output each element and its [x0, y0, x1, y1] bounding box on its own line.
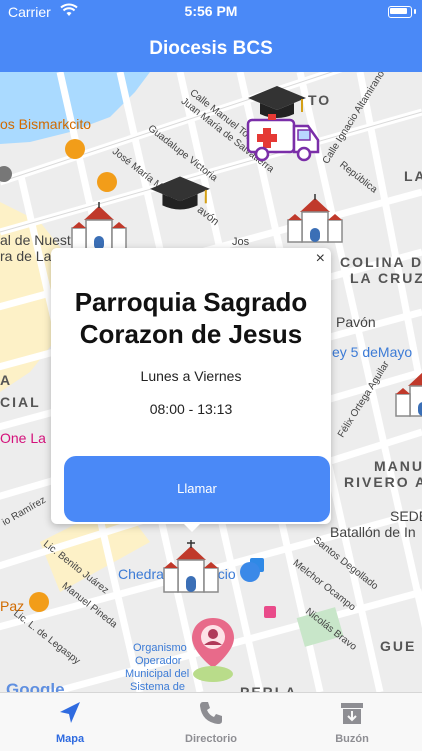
phone-icon [141, 699, 281, 727]
close-icon[interactable]: × [316, 250, 325, 268]
map-label-rivero: RIVERO A [344, 474, 422, 490]
archive-box-icon [282, 699, 422, 727]
popup-days: Lunes a Viernes [140, 368, 242, 384]
map-label-mayo: ey 5 deMayo [332, 344, 413, 360]
clock-label: 5:56 PM [184, 3, 238, 19]
popup-pointer [182, 522, 202, 532]
map-label-bismarkcito: os Bismarkcito [0, 116, 92, 132]
google-logo: Google [6, 680, 65, 692]
map-label-to: TO [308, 92, 332, 108]
map-label-ra-de-la: ra de La [0, 248, 52, 264]
map-label-cial: CIAL [0, 394, 41, 410]
map-label-sistema: Sistema de [130, 681, 186, 692]
map-label-sede: SEDE [390, 508, 422, 524]
popup-title: Parroquia Sagrado Corazon de Jesus [74, 287, 308, 349]
user-pin-icon [192, 618, 234, 682]
map-label-a: A [0, 372, 13, 388]
map-label-gue: GUE [380, 638, 417, 654]
popup-hours: 08:00 - 13:13 [149, 401, 233, 417]
church-icon [287, 194, 343, 243]
map-label-perla: PERLA [240, 684, 298, 692]
church-icon [395, 372, 422, 417]
tab-label: Mapa [55, 733, 85, 745]
ambulance-icon [246, 114, 320, 162]
tab-buzon[interactable]: Buzón [282, 693, 422, 751]
map-label-colina: COLINA D [340, 254, 422, 270]
page-title: Diocesis BCS [149, 38, 273, 59]
church-icon [71, 202, 127, 251]
battery-tip [414, 9, 416, 14]
call-button[interactable]: Llamar [64, 456, 330, 522]
graduation-cap-icon [150, 176, 210, 210]
tab-label: Buzón [335, 733, 369, 745]
map-label-operador: Operador [135, 655, 182, 667]
tab-bar: Mapa Directorio Buzón [0, 692, 422, 751]
status-bar: Carrier 5:56 PM [0, 0, 422, 24]
navigation-bar: Diocesis BCS [0, 24, 422, 72]
tab-mapa[interactable]: Mapa [0, 693, 140, 751]
map-label-la-cruz: LA CRUZ [350, 270, 422, 286]
battery-icon [388, 6, 412, 18]
map-label-pavon: Pavón [336, 314, 376, 330]
map-label-organismo: Organismo [133, 642, 187, 654]
navigation-arrow-icon [0, 699, 140, 727]
map-view[interactable]: os Bismarkcito al de Nuest ra de La A CI… [0, 72, 422, 692]
map-label-la-right: LA [404, 168, 422, 184]
map-label-batallon: Batallón de In [330, 524, 416, 540]
map-label-manu: MANU [374, 458, 422, 474]
tab-label: Directorio [185, 733, 237, 745]
street-jos: Jos [232, 236, 250, 248]
tab-directorio[interactable]: Directorio [141, 693, 281, 751]
location-popup: × Parroquia Sagrado Corazon de Jesus Lun… [51, 248, 331, 532]
map-label-municipal: Municipal del [125, 668, 190, 680]
church-icon [163, 540, 219, 593]
map-label-nuestra: al de Nuest [0, 232, 71, 248]
